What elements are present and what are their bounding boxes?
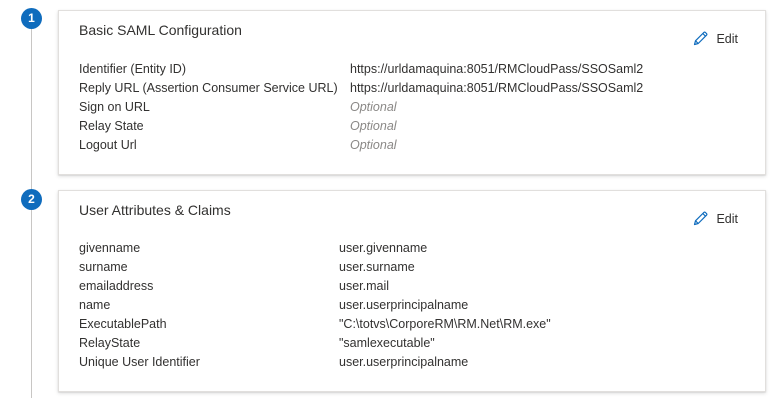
list-item: name user.userprincipalname <box>79 296 745 315</box>
saml-settings-list: Identifier (Entity ID) https://urldamaqu… <box>79 60 745 155</box>
claim-name: Unique User Identifier <box>79 355 200 369</box>
card-title: Basic SAML Configuration <box>79 22 242 38</box>
claim-name: givenname <box>79 241 141 255</box>
user-attributes-claims-card: User Attributes & Claims Edit givenname … <box>58 190 766 392</box>
setting-label: Identifier (Entity ID) <box>79 62 186 76</box>
edit-label: Edit <box>716 31 738 46</box>
claim-name: name <box>79 298 111 312</box>
pencil-icon <box>692 210 709 227</box>
setting-label: Logout Url <box>79 138 137 152</box>
step-badge-2: 2 <box>21 189 42 210</box>
list-item: Reply URL (Assertion Consumer Service UR… <box>79 79 745 98</box>
setting-label: Sign on URL <box>79 100 150 114</box>
list-item: Relay State Optional <box>79 117 745 136</box>
step-badge-1: 1 <box>21 8 42 29</box>
setting-label: Relay State <box>79 119 144 133</box>
list-item: Identifier (Entity ID) https://urldamaqu… <box>79 60 745 79</box>
edit-label: Edit <box>716 211 738 226</box>
list-item: Sign on URL Optional <box>79 98 745 117</box>
edit-claims-button[interactable]: Edit <box>692 210 738 227</box>
saml-sso-setup-page: 1 2 Basic SAML Configuration Edit Identi… <box>0 0 772 398</box>
list-item: Unique User Identifier user.userprincipa… <box>79 353 745 372</box>
list-item: ExecutablePath "C:\totvs\CorporeRM\RM.Ne… <box>79 315 745 334</box>
list-item: surname user.surname <box>79 258 745 277</box>
claim-value: user.givenname <box>339 241 428 255</box>
setting-value: https://urldamaquina:8051/RMCloudPass/SS… <box>350 62 644 76</box>
claim-name: surname <box>79 260 128 274</box>
claims-list: givenname user.givenname surname user.su… <box>79 239 745 372</box>
list-item: RelayState "samlexecutable" <box>79 334 745 353</box>
list-item: givenname user.givenname <box>79 239 745 258</box>
list-item: Logout Url Optional <box>79 136 745 155</box>
setting-value-placeholder: Optional <box>350 138 397 152</box>
setting-label: Reply URL (Assertion Consumer Service UR… <box>79 81 338 95</box>
claim-value: "C:\totvs\CorporeRM\RM.Net\RM.exe" <box>339 317 551 331</box>
pencil-icon <box>692 30 709 47</box>
setting-value: https://urldamaquina:8051/RMCloudPass/SS… <box>350 81 644 95</box>
claim-value: user.userprincipalname <box>339 355 469 369</box>
setting-value-placeholder: Optional <box>350 100 397 114</box>
claim-value: user.userprincipalname <box>339 298 469 312</box>
list-item: emailaddress user.mail <box>79 277 745 296</box>
setting-value-placeholder: Optional <box>350 119 397 133</box>
card-title: User Attributes & Claims <box>79 202 231 218</box>
claim-value: "samlexecutable" <box>339 336 435 350</box>
basic-saml-configuration-card: Basic SAML Configuration Edit Identifier… <box>58 10 766 175</box>
claim-name: RelayState <box>79 336 141 350</box>
claim-value: user.mail <box>339 279 390 293</box>
claim-value: user.surname <box>339 260 415 274</box>
edit-saml-configuration-button[interactable]: Edit <box>692 30 738 47</box>
claim-name: emailaddress <box>79 279 154 293</box>
claim-name: ExecutablePath <box>79 317 167 331</box>
